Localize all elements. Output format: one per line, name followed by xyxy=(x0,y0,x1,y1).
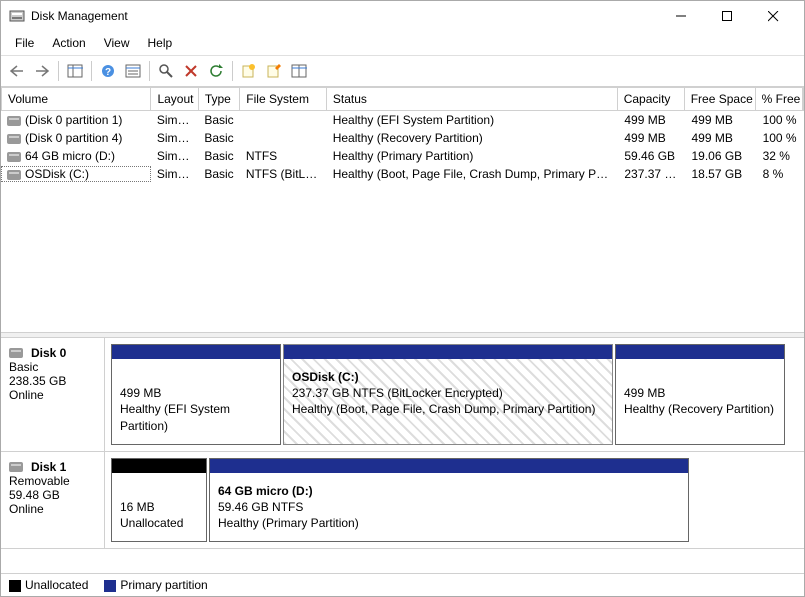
volume-row[interactable]: OSDisk (C:)SimpleBasicNTFS (BitLo...Heal… xyxy=(1,165,804,183)
partition[interactable]: 499 MBHealthy (Recovery Partition) xyxy=(615,344,785,445)
refresh-button[interactable] xyxy=(204,59,228,83)
maximize-button[interactable] xyxy=(704,1,750,31)
volume-row[interactable]: (Disk 0 partition 1)SimpleBasicHealthy (… xyxy=(1,111,804,129)
find-button[interactable] xyxy=(154,59,178,83)
toolbar: ? xyxy=(1,56,804,87)
disk-icon xyxy=(7,170,21,180)
app-icon xyxy=(9,8,25,24)
partition[interactable]: OSDisk (C:)237.37 GB NTFS (BitLocker Enc… xyxy=(283,344,613,445)
partition[interactable]: 16 MBUnallocated xyxy=(111,458,207,543)
col-filesystem[interactable]: File System xyxy=(240,88,327,110)
swatch-blue-icon xyxy=(104,580,116,592)
swatch-black-icon xyxy=(9,580,21,592)
legend: Unallocated Primary partition xyxy=(1,573,804,596)
action3-button[interactable] xyxy=(287,59,311,83)
disk-icon xyxy=(9,348,23,358)
volume-row[interactable]: 64 GB micro (D:)SimpleBasicNTFSHealthy (… xyxy=(1,147,804,165)
disk-icon xyxy=(7,116,21,126)
volume-list-header: Volume Layout Type File System Status Ca… xyxy=(1,87,804,111)
col-pctfree[interactable]: % Free xyxy=(756,88,803,110)
action1-button[interactable] xyxy=(237,59,261,83)
partition-bar xyxy=(210,459,688,473)
titlebar: Disk Management xyxy=(1,1,804,31)
col-freespace[interactable]: Free Space xyxy=(685,88,756,110)
disk-row: Disk 0Basic238.35 GBOnline499 MBHealthy … xyxy=(1,338,804,452)
forward-button[interactable] xyxy=(30,59,54,83)
menu-file[interactable]: File xyxy=(7,33,42,53)
legend-unallocated: Unallocated xyxy=(9,578,88,592)
show-hide-console-tree-button[interactable] xyxy=(63,59,87,83)
legend-primary: Primary partition xyxy=(104,578,207,592)
col-volume[interactable]: Volume xyxy=(2,88,151,110)
col-type[interactable]: Type xyxy=(199,88,240,110)
volume-list: Volume Layout Type File System Status Ca… xyxy=(1,87,804,332)
col-status[interactable]: Status xyxy=(327,88,618,110)
back-button[interactable] xyxy=(5,59,29,83)
disk-header[interactable]: Disk 0Basic238.35 GBOnline xyxy=(1,338,105,451)
col-capacity[interactable]: Capacity xyxy=(618,88,685,110)
col-layout[interactable]: Layout xyxy=(151,88,198,110)
disk-row: Disk 1Removable59.48 GBOnline16 MBUnallo… xyxy=(1,452,804,550)
delete-button[interactable] xyxy=(179,59,203,83)
partition-bar xyxy=(284,345,612,359)
partition-bar xyxy=(112,459,206,473)
menu-view[interactable]: View xyxy=(96,33,138,53)
window-title: Disk Management xyxy=(31,9,658,23)
minimize-button[interactable] xyxy=(658,1,704,31)
settings-list-button[interactable] xyxy=(121,59,145,83)
disk-map: Disk 0Basic238.35 GBOnline499 MBHealthy … xyxy=(1,338,804,573)
partition[interactable]: 64 GB micro (D:)59.46 GB NTFSHealthy (Pr… xyxy=(209,458,689,543)
disk-icon xyxy=(9,462,23,472)
menu-help[interactable]: Help xyxy=(140,33,181,53)
help-button[interactable]: ? xyxy=(96,59,120,83)
partition-bar xyxy=(112,345,280,359)
disk-icon xyxy=(7,134,21,144)
menubar: File Action View Help xyxy=(1,31,804,56)
svg-text:?: ? xyxy=(105,67,111,78)
close-button[interactable] xyxy=(750,1,796,31)
action2-button[interactable] xyxy=(262,59,286,83)
menu-action[interactable]: Action xyxy=(44,33,93,53)
partition-bar xyxy=(616,345,784,359)
volume-row[interactable]: (Disk 0 partition 4)SimpleBasicHealthy (… xyxy=(1,129,804,147)
partition[interactable]: 499 MBHealthy (EFI System Partition) xyxy=(111,344,281,445)
disk-icon xyxy=(7,152,21,162)
disk-header[interactable]: Disk 1Removable59.48 GBOnline xyxy=(1,452,105,549)
